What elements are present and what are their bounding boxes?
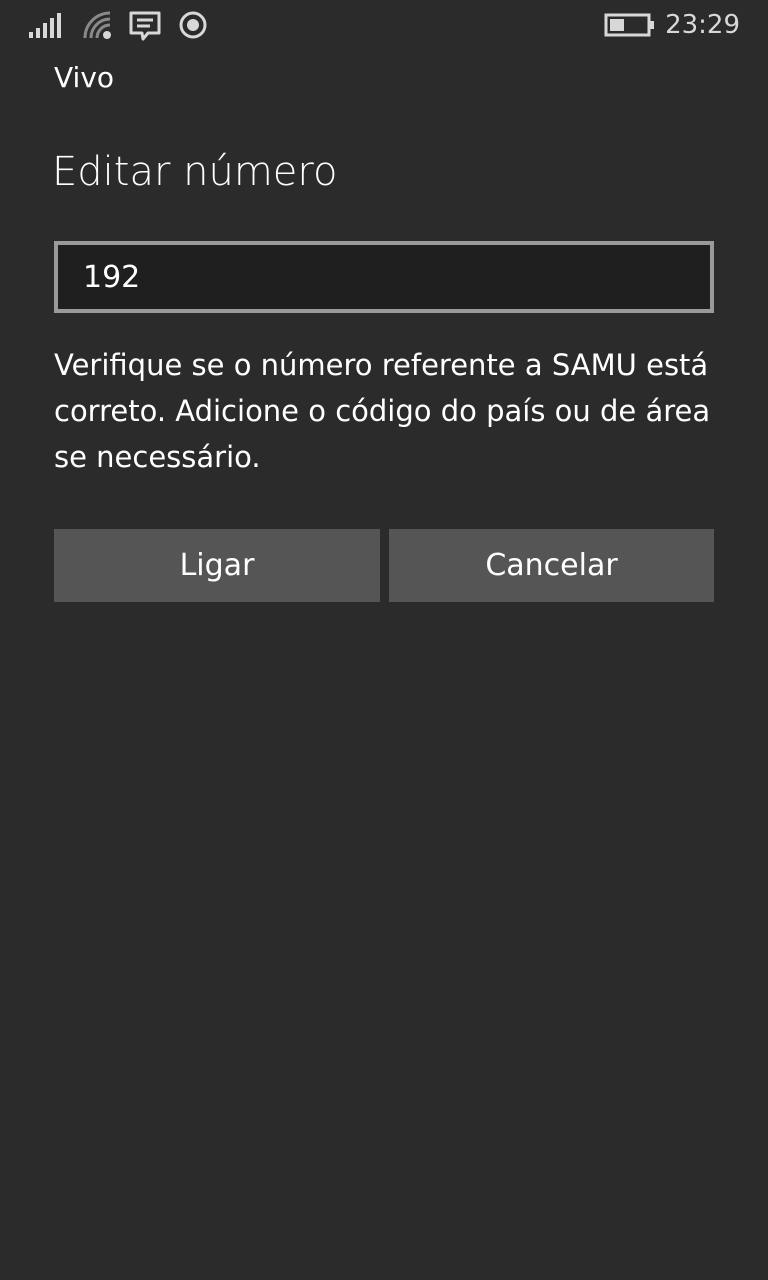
- wifi-icon: [83, 11, 111, 39]
- battery-icon: [604, 13, 654, 37]
- phone-number-input[interactable]: [54, 241, 714, 313]
- verification-message: Verifique se o número referente a SAMU e…: [54, 348, 711, 474]
- status-bar: 23:29: [0, 0, 768, 50]
- call-button[interactable]: Ligar: [54, 529, 380, 602]
- dialog-title: Editar número: [52, 149, 338, 195]
- cancel-button[interactable]: Cancelar: [389, 529, 714, 602]
- message-icon: [129, 11, 161, 41]
- carrier-name: Vivo: [54, 61, 115, 94]
- signal-strength-icon: [29, 13, 61, 38]
- location-icon: [179, 11, 207, 39]
- status-time: 23:29: [665, 10, 740, 40]
